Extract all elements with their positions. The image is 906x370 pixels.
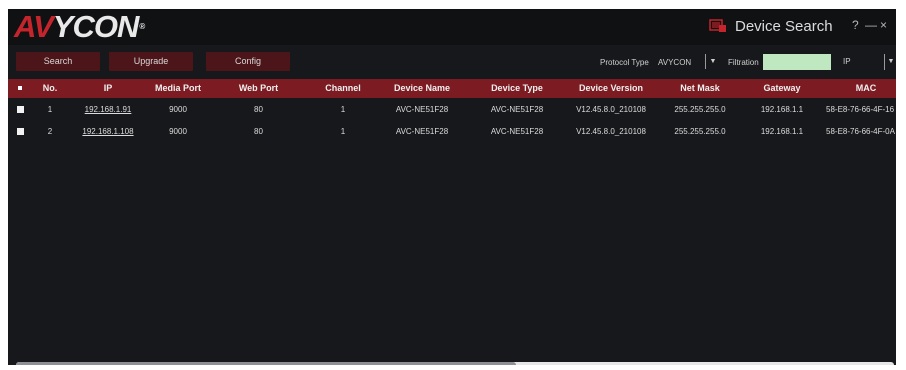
upgrade-button[interactable]: Upgrade xyxy=(109,52,193,71)
horizontal-scrollbar[interactable] xyxy=(16,362,894,365)
protocol-type-dropdown-icon[interactable]: ▼ xyxy=(705,54,720,69)
protocol-type-select[interactable]: AVYCON xyxy=(658,58,691,67)
protocol-type-label: Protocol Type xyxy=(600,58,649,67)
cell-media-port: 9000 xyxy=(169,105,187,114)
filtration-input[interactable] xyxy=(763,54,831,70)
cell-gateway: 192.168.1.1 xyxy=(760,127,804,136)
cell-ip-link[interactable]: 192.168.1.108 xyxy=(73,122,143,142)
row-checkbox[interactable] xyxy=(17,106,24,113)
cell-no: 2 xyxy=(47,127,53,136)
table-row[interactable]: 2 192.168.1.108 9000 80 1 AVC-NE51F28 AV… xyxy=(8,122,896,142)
cell-net-mask: 255.255.255.0 xyxy=(674,105,726,114)
title-bar: AVYCON® Device Search ? — × xyxy=(8,9,896,45)
cell-channel: 1 xyxy=(340,105,346,114)
minimize-button[interactable]: — xyxy=(865,18,877,32)
search-button[interactable]: Search xyxy=(16,52,100,71)
column-header-device-version[interactable]: Device Version xyxy=(568,79,654,98)
cell-ip-link[interactable]: 192.168.1.91 xyxy=(73,100,143,120)
column-header-channel[interactable]: Channel xyxy=(308,79,378,98)
column-header-web-port[interactable]: Web Port xyxy=(221,79,296,98)
column-header-net-mask[interactable]: Net Mask xyxy=(664,79,736,98)
column-header-device-name[interactable]: Device Name xyxy=(382,79,462,98)
cell-device-type: AVC-NE51F28 xyxy=(490,105,544,114)
cell-device-name: AVC-NE51F28 xyxy=(395,127,449,136)
cell-mac: 58-E8-76-66-4F-16 xyxy=(826,105,895,114)
filter-field-select[interactable]: IP xyxy=(836,54,886,70)
column-header-mac[interactable]: MAC xyxy=(826,79,896,98)
cell-device-version: V12.45.8.0_210108 xyxy=(576,105,646,114)
select-all-checkbox[interactable] xyxy=(18,86,22,90)
cell-channel: 1 xyxy=(340,127,346,136)
column-header-gateway[interactable]: Gateway xyxy=(744,79,820,98)
table-row[interactable]: 1 192.168.1.91 9000 80 1 AVC-NE51F28 AVC… xyxy=(8,100,896,120)
cell-no: 1 xyxy=(47,105,53,114)
window-title: Device Search xyxy=(735,18,833,35)
device-search-window: AVYCON® Device Search ? — × Search Upgra… xyxy=(8,9,896,365)
close-button[interactable]: × xyxy=(880,18,887,32)
config-button[interactable]: Config xyxy=(206,52,290,71)
column-header-no[interactable]: No. xyxy=(32,79,68,98)
help-button[interactable]: ? xyxy=(852,18,859,32)
table-header: No. IP Media Port Web Port Channel Devic… xyxy=(8,79,896,98)
row-checkbox[interactable] xyxy=(17,128,24,135)
cell-web-port: 80 xyxy=(254,127,263,136)
cell-net-mask: 255.255.255.0 xyxy=(674,127,726,136)
filter-field-dropdown-icon[interactable]: ▼ xyxy=(884,54,896,70)
cell-mac: 58-E8-76-66-4F-0A xyxy=(826,127,895,136)
column-header-ip[interactable]: IP xyxy=(73,79,143,98)
cell-web-port: 80 xyxy=(254,105,263,114)
device-search-icon xyxy=(709,19,726,32)
cell-device-name: AVC-NE51F28 xyxy=(395,105,449,114)
horizontal-scrollbar-thumb[interactable] xyxy=(16,362,516,365)
column-header-media-port[interactable]: Media Port xyxy=(143,79,213,98)
cell-device-version: V12.45.8.0_210108 xyxy=(576,127,646,136)
cell-device-type: AVC-NE51F28 xyxy=(490,127,544,136)
cell-gateway: 192.168.1.1 xyxy=(760,105,804,114)
avycon-logo: AVYCON® xyxy=(14,9,145,44)
column-header-device-type[interactable]: Device Type xyxy=(478,79,556,98)
cell-media-port: 9000 xyxy=(169,127,187,136)
filtration-label: Filtration xyxy=(728,58,759,67)
